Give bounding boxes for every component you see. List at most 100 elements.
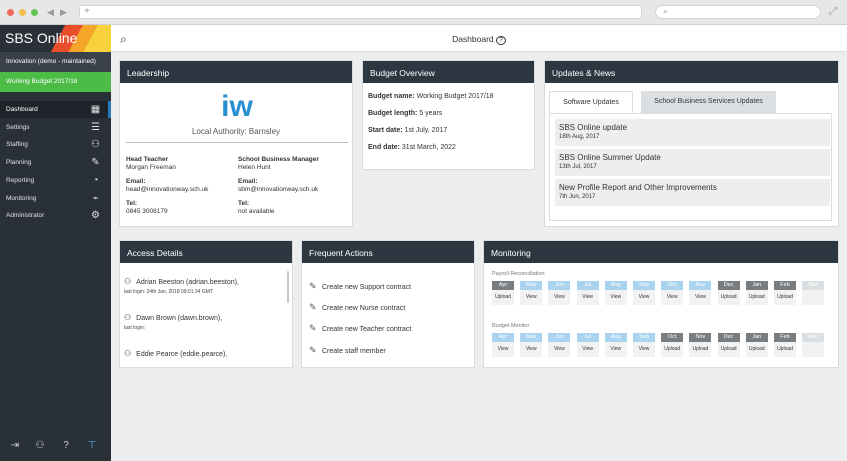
payroll-reconciliation-label: Payroll Reconciliation bbox=[492, 271, 545, 277]
sidebar-item-settings[interactable]: Settings ☰ bbox=[0, 119, 111, 136]
sidebar-item-label: Administrator bbox=[6, 212, 45, 220]
payroll-month-cell[interactable]: Feb Upload bbox=[774, 281, 796, 305]
pin-icon[interactable]: ⊤ bbox=[86, 440, 98, 452]
tab-sbs-updates[interactable]: School Business Services Updates bbox=[641, 91, 776, 113]
organisation-selector[interactable]: Innovation (demo - maintained) bbox=[0, 52, 111, 72]
budget-month-cell[interactable]: Aug View bbox=[604, 333, 627, 357]
sidebar-item-monitoring[interactable]: Monitoring ⌁ bbox=[0, 190, 111, 207]
access-item: ⚇ Adrian Beeston (adrian.beeston), last lo… bbox=[124, 277, 289, 295]
month-label: Sep bbox=[633, 333, 655, 342]
scrollbar[interactable] bbox=[287, 271, 289, 303]
budget-month-cell[interactable]: Feb Upload bbox=[774, 333, 796, 357]
maximize-window-button[interactable] bbox=[31, 9, 38, 16]
logout-icon[interactable]: ⇥ bbox=[9, 440, 21, 452]
payroll-month-cell[interactable]: Jan Upload bbox=[745, 281, 768, 305]
month-action-button[interactable]: View bbox=[577, 290, 599, 305]
month-action-button[interactable]: View bbox=[633, 290, 655, 305]
payroll-month-cell[interactable]: Nov View bbox=[689, 281, 712, 305]
month-action-button[interactable]: Upload bbox=[718, 290, 740, 305]
payroll-month-cell[interactable]: May View bbox=[520, 281, 543, 305]
month-action-button[interactable]: Upload bbox=[661, 342, 683, 357]
month-action-button[interactable]: View bbox=[492, 342, 514, 357]
sidebar-item-administrator[interactable]: Administrator ⚙ bbox=[0, 207, 111, 224]
payroll-month-cell[interactable]: Sep View bbox=[633, 281, 655, 305]
month-action-button[interactable]: Upload bbox=[689, 342, 711, 357]
frequent-action-link[interactable]: ✎ Create new Teacher contract bbox=[309, 323, 411, 334]
sbm-email[interactable]: sbm@innovationway.sch.uk bbox=[238, 186, 350, 194]
month-action-button[interactable]: View bbox=[520, 290, 542, 305]
minimize-window-button[interactable] bbox=[19, 9, 26, 16]
fullscreen-icon[interactable]: ⤢ bbox=[829, 6, 837, 17]
month-action-button[interactable]: View bbox=[661, 290, 683, 305]
month-action-button[interactable]: View bbox=[520, 342, 542, 357]
sidebar-item-staffing[interactable]: Staffing ⚇ bbox=[0, 136, 111, 153]
sbm-name: Helen Hunt bbox=[238, 164, 271, 171]
month-action-button[interactable]: Upload bbox=[746, 290, 768, 305]
month-action-button[interactable]: View bbox=[605, 290, 627, 305]
update-item[interactable]: New Profile Report and Other Improvement… bbox=[555, 179, 830, 206]
budget-month-cell[interactable]: Dec Upload bbox=[717, 333, 740, 357]
school-logo-text: iw bbox=[221, 90, 253, 123]
update-date: 18th Aug, 2017 bbox=[559, 134, 600, 140]
tab-software-updates[interactable]: Software Updates bbox=[549, 91, 633, 113]
month-action-button[interactable]: View bbox=[689, 290, 711, 305]
month-label: Oct bbox=[661, 333, 684, 342]
payroll-month-cell[interactable]: Jun View bbox=[548, 281, 571, 305]
user-icon[interactable]: ⚇ bbox=[34, 440, 46, 452]
help-icon[interactable]: ? bbox=[60, 440, 72, 452]
budget-month-cell[interactable]: Jul View bbox=[576, 333, 599, 357]
month-action-button[interactable]: View bbox=[548, 342, 570, 357]
budget-month-cell[interactable]: Apr View bbox=[492, 333, 514, 357]
update-title: New Profile Report and Other Improvement… bbox=[559, 183, 717, 192]
budget-month-cell[interactable]: May View bbox=[520, 333, 543, 357]
back-icon[interactable]: ◀ bbox=[47, 7, 54, 18]
payroll-month-cell[interactable]: Oct View bbox=[661, 281, 684, 305]
close-window-button[interactable] bbox=[7, 9, 14, 16]
month-action-button[interactable]: Upload bbox=[774, 290, 796, 305]
frequent-action-link[interactable]: ✎ Create new Nurse contract bbox=[309, 302, 405, 313]
payroll-month-cell[interactable]: Dec Upload bbox=[717, 281, 740, 305]
app-logo-text: SBS Online bbox=[5, 30, 78, 46]
month-action-button[interactable]: Upload bbox=[492, 290, 514, 305]
budget-month-cell[interactable]: Jun View bbox=[548, 333, 571, 357]
help-circle-icon[interactable]: ? bbox=[496, 36, 506, 45]
update-item[interactable]: SBS Online Summer Update 13th Jul, 2017 bbox=[555, 149, 830, 176]
budget-month-cell[interactable]: Jan Upload bbox=[745, 333, 768, 357]
address-bar[interactable]: + bbox=[79, 5, 642, 19]
edit-icon: ✎ bbox=[309, 323, 317, 334]
budget-month-cell: Mar bbox=[802, 333, 825, 357]
head-email[interactable]: head@innovationway.sch.uk bbox=[126, 186, 236, 194]
forward-icon[interactable]: ▶ bbox=[60, 7, 67, 18]
budget-monitor-label: Budget Monitor bbox=[492, 323, 530, 329]
start-date-row: Start date: 1st July, 2017 bbox=[368, 127, 534, 134]
month-action-button[interactable]: Upload bbox=[774, 342, 796, 357]
budget-month-cell[interactable]: Nov Upload bbox=[689, 333, 712, 357]
month-label: Feb bbox=[774, 281, 796, 290]
head-teacher-role: Head Teacher bbox=[126, 156, 169, 163]
month-action-button[interactable]: View bbox=[633, 342, 655, 357]
sidebar-item-planning[interactable]: Planning ✎ bbox=[0, 154, 111, 171]
month-action-button[interactable]: Upload bbox=[746, 342, 768, 357]
frequent-action-link[interactable]: ✎ Create new Support contract bbox=[309, 281, 411, 292]
payroll-month-cell[interactable]: Jul View bbox=[576, 281, 599, 305]
month-action-button[interactable]: Upload bbox=[718, 342, 740, 357]
update-item[interactable]: SBS Online update 18th Aug, 2017 bbox=[555, 119, 830, 146]
budget-name-label: Budget name: bbox=[368, 93, 415, 100]
browser-search-input[interactable]: ⌕ bbox=[655, 5, 821, 19]
sidebar-item-dashboard[interactable]: Dashboard ▦ bbox=[0, 101, 111, 118]
budget-month-cell[interactable]: Sep View bbox=[633, 333, 655, 357]
app-logo[interactable]: SBS Online bbox=[0, 25, 111, 52]
budget-month-cell[interactable]: Oct Upload bbox=[661, 333, 684, 357]
month-action-button[interactable]: View bbox=[548, 290, 570, 305]
month-action-button[interactable]: View bbox=[577, 342, 599, 357]
budget-selector[interactable]: Working Budget 2017/18 bbox=[0, 72, 111, 92]
payroll-month-cell[interactable]: Aug View bbox=[604, 281, 627, 305]
payroll-month-cell[interactable]: Apr Upload bbox=[492, 281, 514, 305]
payroll-month-cell: Mar bbox=[802, 281, 825, 305]
month-action-button[interactable]: View bbox=[605, 342, 627, 357]
monitoring-card: Monitoring Payroll Reconciliation Budget… bbox=[483, 240, 839, 368]
month-label: Nov bbox=[689, 333, 712, 342]
sidebar-item-reporting[interactable]: Reporting ◔ bbox=[0, 172, 111, 189]
frequent-action-link[interactable]: ✎ Create staff member bbox=[309, 345, 386, 356]
month-label: Apr bbox=[492, 333, 514, 342]
